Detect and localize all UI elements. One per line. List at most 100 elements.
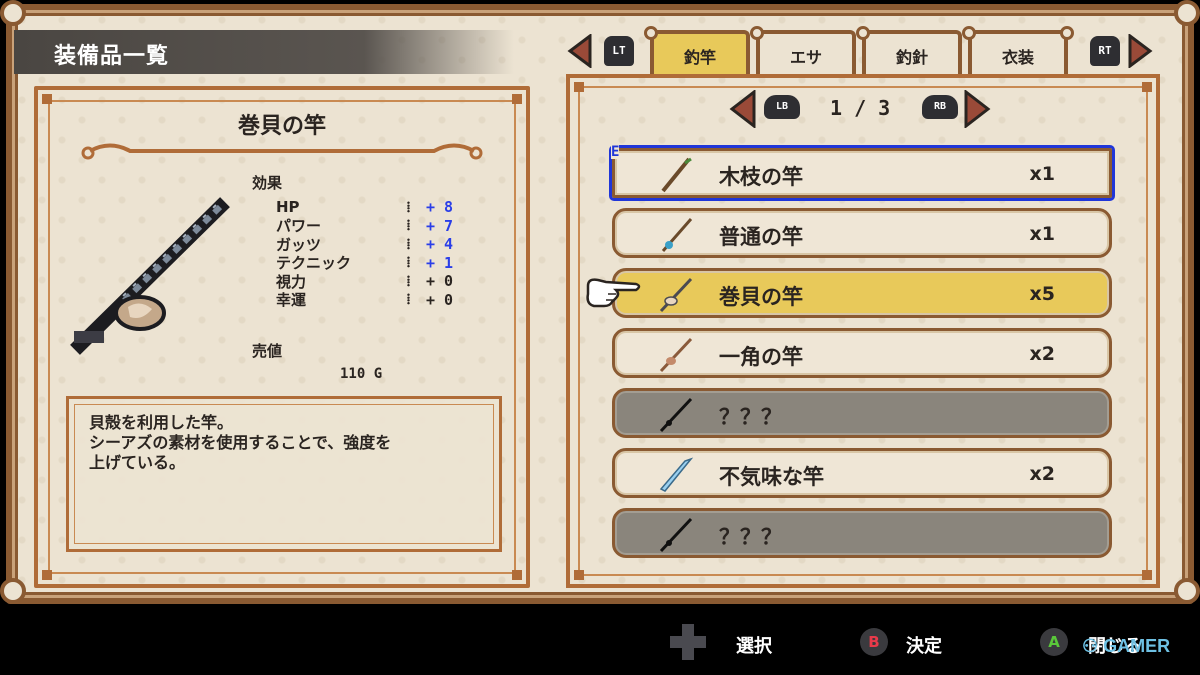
stat-row: テクニック ⁞ + 1 xyxy=(276,253,476,272)
gamer-watermark: ⚇ GAMER xyxy=(1082,636,1170,657)
list-item[interactable]: ？？？ xyxy=(612,388,1112,438)
stat-row: パワー ⁞ + 7 xyxy=(276,216,476,235)
stat-name: 幸運 xyxy=(276,291,307,310)
lb-button[interactable]: LB xyxy=(764,95,800,119)
tab-ornament xyxy=(962,26,976,40)
item-name: 巻貝の竿 xyxy=(719,285,803,309)
stat-value: + 0 xyxy=(426,290,454,309)
item-quantity: x5 xyxy=(1029,283,1055,305)
tab-ornament xyxy=(644,26,658,40)
description-box: 貝殻を利用した竿。 シーアズの素材を使用することで、強度を 上げている。 xyxy=(66,396,502,552)
item-quantity: x1 xyxy=(1029,223,1055,245)
stat-row: ガッツ ⁞ + 4 xyxy=(276,235,476,254)
page-title: 装備品一覧 xyxy=(54,44,170,69)
unknown-rod-icon xyxy=(659,517,693,553)
stat-row: 幸運 ⁞ + 0 xyxy=(276,290,476,310)
frame-corner xyxy=(574,570,584,580)
ornamental-divider xyxy=(81,143,483,160)
item-name: 普通の竿 xyxy=(719,225,803,249)
tab-prev-arrow-icon[interactable] xyxy=(566,34,592,68)
frame-corner xyxy=(1142,82,1152,92)
frame-corner xyxy=(42,94,52,104)
tab-label: 衣装 xyxy=(1001,48,1034,67)
item-detail-name: 巻貝の竿 xyxy=(237,114,326,139)
frame-corner xyxy=(512,94,522,104)
page-indicator: 1 / 3 xyxy=(830,96,891,120)
stat-value: + 1 xyxy=(426,253,454,272)
horn-rod-icon xyxy=(659,337,693,373)
unknown-rod-icon xyxy=(659,397,693,433)
item-quantity: x1 xyxy=(1029,163,1055,185)
tab-label: 釣竿 xyxy=(683,48,716,67)
tab-hook[interactable]: 釣針 xyxy=(856,26,962,74)
page-prev-arrow-icon[interactable] xyxy=(728,90,756,128)
frame-corner xyxy=(42,570,52,580)
stat-separator: ⁞ xyxy=(406,290,411,309)
lt-button[interactable]: LT xyxy=(604,36,634,66)
list-item[interactable]: 一角の竿 x2 xyxy=(612,328,1112,378)
stat-value: + 8 xyxy=(426,198,454,217)
rb-button[interactable]: RB xyxy=(922,95,958,119)
stat-separator: ⁞ xyxy=(406,234,411,253)
sell-price: 110 G xyxy=(340,366,383,382)
tab-bait[interactable]: エサ xyxy=(750,26,856,74)
stat-value: + 7 xyxy=(426,216,454,235)
item-description: 貝殻を利用した竿。 シーアズの素材を使用することで、強度を 上げている。 xyxy=(89,413,392,472)
shell-rod-icon xyxy=(659,277,693,313)
header-band: 装備品一覧 xyxy=(14,30,514,74)
item-quantity: x2 xyxy=(1029,343,1055,365)
item-name: ？？？ xyxy=(719,405,782,429)
stat-row: 視力 ⁞ + 0 xyxy=(276,272,476,291)
tab-ornament xyxy=(1060,26,1074,40)
button-hints-bar: 選択 B 決定 A 閉じる xyxy=(0,604,1200,675)
stat-name: HP xyxy=(276,198,300,217)
item-quantity: x2 xyxy=(1029,463,1055,485)
corner-ornament xyxy=(0,0,26,26)
shell-rod-image xyxy=(70,197,230,355)
branch-rod-icon xyxy=(661,157,692,193)
stat-separator: ⁞ xyxy=(406,271,411,290)
stat-value: + 4 xyxy=(426,235,454,254)
item-name: ？？？ xyxy=(719,525,782,549)
page-next-arrow-icon[interactable] xyxy=(964,90,992,128)
list-item[interactable]: 巻貝の竿 x5 xyxy=(612,268,1112,318)
tab-next-arrow-icon[interactable] xyxy=(1128,34,1154,68)
corner-ornament xyxy=(1174,578,1200,604)
item-name: 一角の竿 xyxy=(719,345,803,369)
watermark-logo-icon: ⚇ xyxy=(1082,636,1099,656)
a-button-icon: A xyxy=(1040,628,1068,656)
tab-costume[interactable]: 衣装 xyxy=(962,26,1074,74)
pointing-hand-cursor-icon xyxy=(586,278,641,308)
corner-ornament xyxy=(1174,0,1200,26)
corner-ornament xyxy=(0,578,26,604)
tab-ornament xyxy=(750,26,764,40)
list-item[interactable]: E 木枝の竿 x1 xyxy=(609,144,1115,201)
frame-corner xyxy=(574,82,584,92)
tab-fishing-rod[interactable]: 釣竿 xyxy=(644,26,750,74)
watermark-text: GAMER xyxy=(1103,636,1171,656)
tab-label: 釣針 xyxy=(895,48,928,67)
stat-row: HP ⁞ + 8 xyxy=(276,198,476,217)
stat-separator: ⁞ xyxy=(406,197,411,216)
list-item[interactable]: 不気味な竿 x2 xyxy=(612,448,1112,498)
item-name: 木枝の竿 xyxy=(719,165,803,189)
tab-label: エサ xyxy=(789,48,822,67)
frame-corner xyxy=(512,570,522,580)
confirm-hint-label: 決定 xyxy=(906,636,942,657)
stat-separator: ⁞ xyxy=(406,216,411,235)
stat-value: + 0 xyxy=(426,272,454,291)
list-item[interactable]: ？？？ xyxy=(612,508,1112,558)
eerie-rod-icon xyxy=(659,457,694,492)
stat-separator: ⁞ xyxy=(406,253,411,272)
list-item[interactable]: 普通の竿 x1 xyxy=(612,208,1112,258)
b-button-icon: B xyxy=(860,628,888,656)
select-hint-label: 選択 xyxy=(736,636,772,657)
tab-ornament xyxy=(856,26,870,40)
stats-list: HP ⁞ + 8 パワー ⁞ + 7 ガッツ ⁞ + 4 テクニック ⁞ + 1… xyxy=(276,198,476,310)
item-name: 不気味な竿 xyxy=(719,465,824,489)
dpad-icon xyxy=(670,624,706,660)
game-screen: 装備品一覧 巻貝の竿 効果 HP ⁞ + 8 パワー ⁞ + 7 ガッツ ⁞ +… xyxy=(0,0,1200,675)
normal-rod-icon xyxy=(661,218,693,252)
equipped-badge: E xyxy=(611,144,620,160)
rt-button[interactable]: RT xyxy=(1090,36,1120,66)
